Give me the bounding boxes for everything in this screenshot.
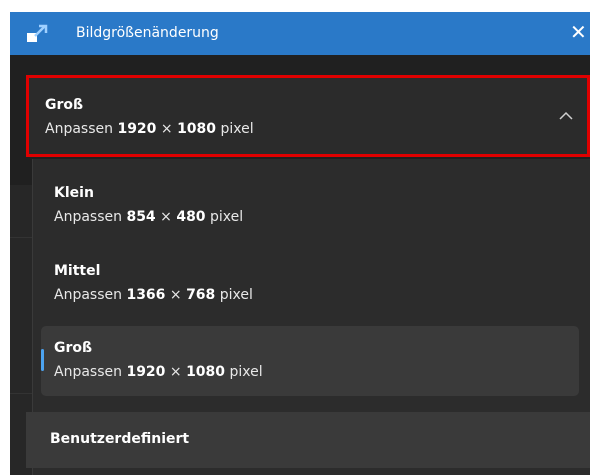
close-icon[interactable]: ✕	[570, 12, 590, 55]
chevron-up-icon[interactable]	[559, 111, 573, 121]
option-description: Anpassen 1366 × 768 pixel	[54, 287, 253, 303]
custom-size-expander[interactable]: Benutzerdefiniert	[26, 412, 590, 468]
resize-app-icon	[27, 24, 48, 42]
option-description: Anpassen 854 × 480 pixel	[54, 209, 244, 225]
combobox-selected-label: Groß	[45, 97, 84, 113]
window-title: Bildgrößenänderung	[76, 25, 219, 41]
option-mittel[interactable]: Mittel Anpassen 1366 × 768 pixel	[41, 249, 579, 319]
option-label: Mittel	[54, 263, 101, 279]
custom-size-label: Benutzerdefiniert	[50, 431, 190, 447]
option-gross[interactable]: Groß Anpassen 1920 × 1080 pixel	[41, 326, 579, 396]
option-klein[interactable]: Klein Anpassen 854 × 480 pixel	[41, 171, 579, 241]
selection-indicator	[41, 349, 44, 371]
title-bar: Bildgrößenänderung ✕	[10, 12, 590, 55]
option-description: Anpassen 1920 × 1080 pixel	[54, 364, 263, 380]
dialog-body: Groß Anpassen 1920 × 1080 pixel Klein An…	[10, 55, 590, 475]
option-label: Klein	[54, 185, 94, 201]
combobox-selected-description: Anpassen 1920 × 1080 pixel	[45, 121, 254, 137]
option-label: Groß	[54, 340, 93, 356]
size-combobox[interactable]: Groß Anpassen 1920 × 1080 pixel	[26, 75, 590, 157]
